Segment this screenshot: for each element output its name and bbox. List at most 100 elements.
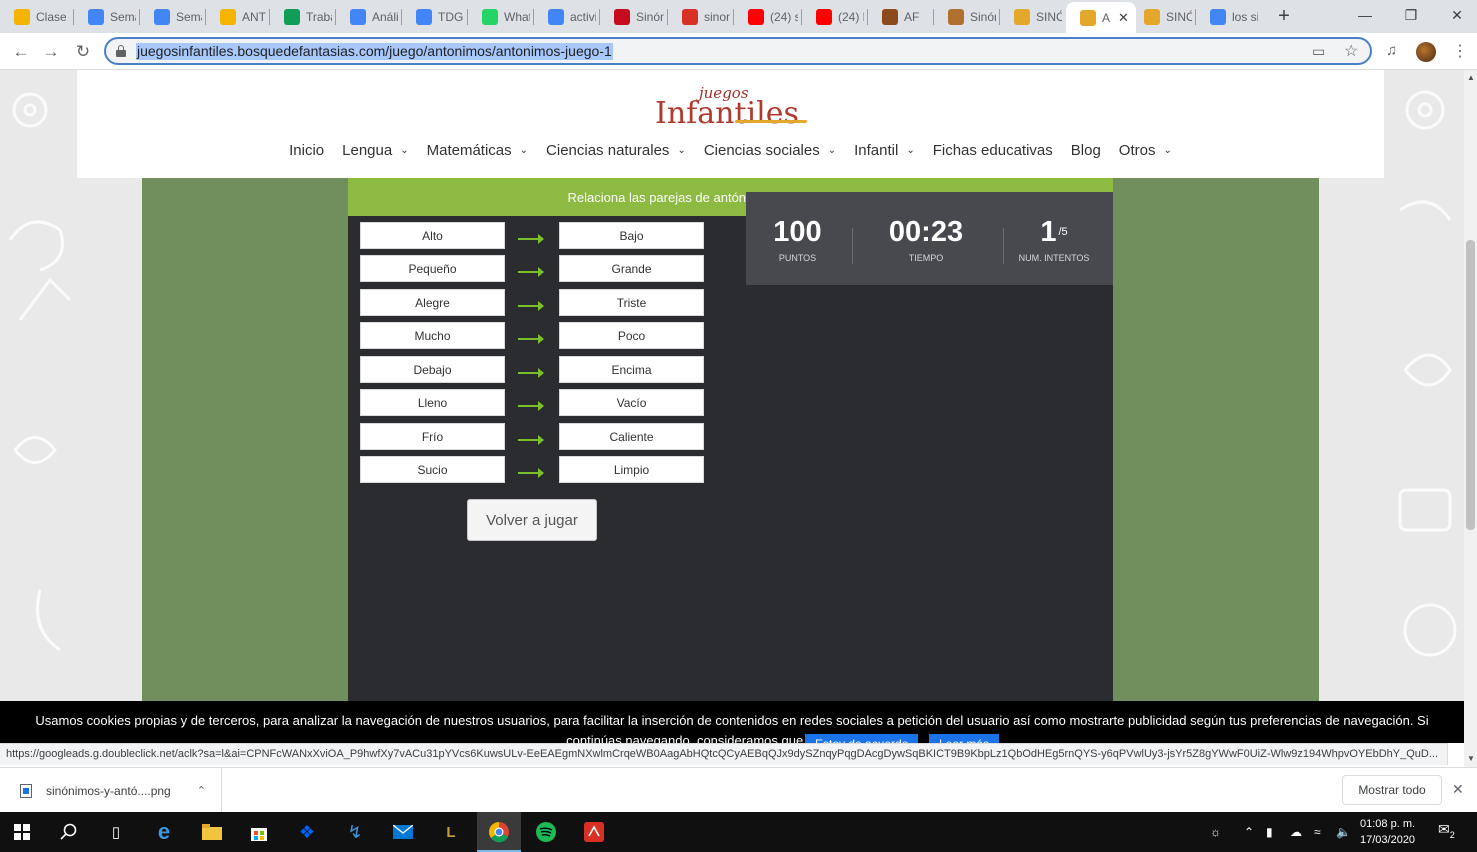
tab-separator <box>533 9 534 25</box>
left-word[interactable]: Alegre <box>360 289 505 316</box>
onedrive-icon[interactable]: ☁ <box>1290 825 1302 839</box>
lock-icon[interactable] <box>116 45 126 57</box>
acrobat-icon[interactable] <box>582 820 606 844</box>
left-word[interactable]: Pequeño <box>360 255 505 282</box>
store-icon[interactable] <box>247 820 271 844</box>
notification-icon[interactable]: ✉2 <box>1438 821 1455 840</box>
cast-icon[interactable]: ▭ <box>1312 43 1325 60</box>
new-tab-button[interactable]: + <box>1274 6 1294 26</box>
chevron-up-icon[interactable]: ⌃ <box>197 784 206 797</box>
spotify-icon[interactable] <box>534 820 558 844</box>
nav-item[interactable]: Blog <box>1062 142 1110 159</box>
reload-icon[interactable]: ↻ <box>70 39 96 65</box>
people-icon[interactable]: ☼ <box>1210 825 1221 839</box>
edge-icon[interactable]: e <box>152 819 176 844</box>
scroll-up-icon[interactable]: ▲ <box>1467 73 1475 82</box>
left-word[interactable]: Debajo <box>360 356 505 383</box>
back-icon[interactable]: ← <box>8 39 34 65</box>
af-icon <box>882 9 898 25</box>
window-close-icon[interactable]: ✕ <box>1434 0 1477 30</box>
browser-tab[interactable]: Sinón <box>934 5 996 29</box>
tab-close-icon[interactable]: ✕ <box>1118 10 1129 26</box>
right-word[interactable]: Vacío <box>559 389 704 416</box>
browser-tab[interactable]: A ✕ <box>1066 2 1136 33</box>
browser-tab[interactable]: sinon <box>668 5 730 29</box>
divider <box>852 228 853 264</box>
close-icon[interactable]: ✕ <box>1452 781 1464 798</box>
file-explorer-icon[interactable] <box>200 820 224 844</box>
dropbox-icon[interactable]: ❖ <box>295 820 319 844</box>
nav-item[interactable]: Matemáticas ⌄ <box>418 142 537 159</box>
right-word[interactable]: Poco <box>559 322 704 349</box>
chevron-up-icon[interactable]: ⌃ <box>1244 825 1254 839</box>
browser-tab[interactable]: Traba <box>270 5 332 29</box>
browser-tab[interactable]: los si <box>1196 5 1258 29</box>
browser-tab[interactable]: Clase <box>0 5 66 29</box>
task-view-icon[interactable]: ▯ <box>104 820 128 844</box>
browser-tab[interactable]: TDG: <box>402 5 464 29</box>
browser-tab[interactable]: AF <box>868 5 930 29</box>
restore-icon[interactable]: ❐ <box>1388 0 1434 30</box>
url-text[interactable]: juegosinfantiles.bosquedefantasias.com/j… <box>136 43 613 60</box>
right-word[interactable]: Limpio <box>559 456 704 483</box>
left-word[interactable]: Lleno <box>360 389 505 416</box>
browser-tab[interactable]: (24) L <box>802 5 864 29</box>
volume-icon[interactable]: 🔈 <box>1336 825 1351 839</box>
left-word[interactable]: Frío <box>360 423 505 450</box>
tab-strip: Clase Sema Sema ANTE Traba Anális TDG: What acti… <box>0 0 1477 33</box>
browser-tab[interactable]: Anális <box>336 5 398 29</box>
show-all-button[interactable]: Mostrar todo <box>1342 775 1442 805</box>
page-scrollbar[interactable]: ▲ ▼ <box>1464 70 1477 767</box>
visual-studio-icon[interactable]: ↯ <box>343 820 367 844</box>
wifi-icon[interactable]: ≈ <box>1314 825 1321 839</box>
battery-icon[interactable]: ▮ <box>1266 825 1273 839</box>
browser-tab[interactable]: What <box>468 5 530 29</box>
browser-tab[interactable]: activi <box>534 5 596 29</box>
left-word[interactable]: Mucho <box>360 322 505 349</box>
minimize-icon[interactable]: — <box>1342 0 1388 30</box>
chrome-icon[interactable] <box>487 820 511 844</box>
windows-start-icon[interactable] <box>10 820 34 844</box>
google-icon <box>548 9 564 25</box>
nav-item[interactable]: Otros ⌄ <box>1110 142 1181 159</box>
right-word[interactable]: Triste <box>559 289 704 316</box>
cookie-accept-button[interactable]: Estoy de acuerdo <box>805 734 919 743</box>
nav-item[interactable]: Inicio <box>280 142 333 159</box>
search-icon[interactable] <box>57 820 81 844</box>
right-word[interactable]: Caliente <box>559 423 704 450</box>
nav-item[interactable]: Ciencias sociales ⌄ <box>695 142 845 159</box>
nav-item[interactable]: Lengua ⌄ <box>333 142 417 159</box>
browser-tab[interactable]: Sema <box>74 5 136 29</box>
system-clock[interactable]: 01:08 p. m. 17/03/2020 <box>1360 816 1415 848</box>
tab-label: TDG: <box>438 10 464 24</box>
avatar[interactable] <box>1416 42 1436 62</box>
browser-tab[interactable]: Sema <box>140 5 202 29</box>
browser-tab[interactable]: Sinón <box>600 5 664 29</box>
bookmark-star-icon[interactable]: ☆ <box>1344 41 1358 61</box>
nav-item[interactable]: Infantil ⌄ <box>845 142 924 159</box>
league-icon[interactable]: L <box>439 820 463 844</box>
browser-tab[interactable]: ANTE <box>206 5 266 29</box>
nav-item[interactable]: Fichas educativas <box>924 142 1062 159</box>
download-item[interactable]: sinónimos-y-antó....png ⌃ <box>0 768 222 813</box>
nav-item[interactable]: Ciencias naturales ⌄ <box>537 142 695 159</box>
browser-tab[interactable]: SINÓ <box>1130 5 1192 29</box>
browser-tab[interactable]: (24) s <box>734 5 798 29</box>
replay-button[interactable]: Volver a jugar <box>467 499 597 541</box>
cookie-more-button[interactable]: Leer más <box>929 734 1000 743</box>
media-control-icon[interactable]: ♫ <box>1386 42 1397 59</box>
left-word[interactable]: Alto <box>360 222 505 249</box>
nav-item-label: Infantil <box>854 142 899 159</box>
address-bar[interactable]: juegosinfantiles.bosquedefantasias.com/j… <box>104 37 1372 65</box>
scroll-down-icon[interactable]: ▼ <box>1467 754 1475 763</box>
menu-icon[interactable]: ⋮ <box>1452 41 1468 61</box>
right-word[interactable]: Grande <box>559 255 704 282</box>
forward-icon[interactable]: → <box>38 39 64 65</box>
right-word[interactable]: Bajo <box>559 222 704 249</box>
right-word[interactable]: Encima <box>559 356 704 383</box>
mail-icon[interactable] <box>391 820 415 844</box>
browser-tab[interactable]: SINÓ <box>1000 5 1062 29</box>
scroll-thumb[interactable] <box>1466 240 1475 530</box>
site-logo[interactable]: juegos Infantiles <box>655 84 811 131</box>
left-word[interactable]: Sucio <box>360 456 505 483</box>
